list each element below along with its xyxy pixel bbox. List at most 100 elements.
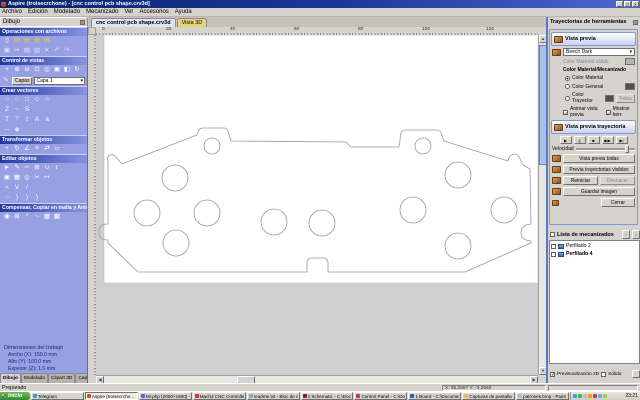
arc-fit-1-icon[interactable]: ) (13, 194, 21, 202)
rotate-copy-icon[interactable]: * (23, 213, 31, 221)
drawing-viewport[interactable] (96, 35, 538, 375)
taskbar-button-7[interactable]: 1 Board - C:\Documents ... (408, 392, 461, 400)
horizontal-scrollbar[interactable]: ◀ ▶ (96, 375, 538, 383)
tray-icon-1[interactable] (578, 394, 582, 398)
pause-button[interactable]: || (574, 136, 586, 144)
preview-2d-checkbox[interactable]: ✓ (550, 372, 555, 377)
taskbar-button-6[interactable]: Control Panel - C:\Docu... (354, 392, 407, 400)
color-material-radio[interactable] (565, 76, 570, 81)
interactive-trim-icon[interactable]: ✂ (23, 164, 31, 172)
paste-icon[interactable]: ▥ (33, 47, 41, 55)
move-up-button[interactable]: ↑ (622, 230, 630, 239)
array-copy-icon[interactable]: ⊞ (13, 213, 21, 221)
fillet-icon[interactable]: r (53, 164, 61, 172)
text-box-icon[interactable]: T (13, 116, 21, 124)
copy-along-curve-icon[interactable]: ~ (33, 213, 41, 221)
save-file-icon[interactable]: ▤ (23, 37, 31, 45)
select-icon[interactable]: ► (3, 164, 11, 172)
zoom-selected-icon[interactable]: ▣ (53, 66, 61, 74)
layers-button[interactable]: Capas (12, 77, 32, 85)
animate-preview-checkbox[interactable]: ✓ (563, 110, 568, 115)
distort-icon[interactable]: ▱ (53, 145, 61, 153)
group-icon[interactable]: ▣ (3, 174, 11, 182)
ungroup-icon[interactable]: ▦ (13, 174, 21, 182)
detach-panel-button[interactable] (632, 370, 640, 378)
draw-text-icon[interactable]: T (3, 116, 11, 124)
speed-slider-thumb[interactable] (625, 145, 629, 153)
join-vectors-icon[interactable]: ∪ (43, 164, 51, 172)
text-on-curve-icon[interactable]: t (23, 116, 31, 124)
tray-icon-4[interactable] (593, 394, 597, 398)
taskbar-button-5[interactable]: 2 Schematic - C:\Docume... (301, 392, 354, 400)
preview-toolpath-bar[interactable]: Vista previa trayectoria (551, 120, 636, 134)
close-vector-icon[interactable]: ○ (3, 194, 11, 202)
new-drawing-icon[interactable]: ▯ (3, 37, 11, 45)
taskbar-button-3[interactable]: Mach3 CNC Controller (193, 392, 246, 400)
pin-icon[interactable] (633, 20, 638, 25)
rotate-icon[interactable]: ↻ (13, 145, 21, 153)
step-button[interactable]: ▶| (616, 136, 628, 144)
preview-section-bar[interactable]: Vista previa (551, 32, 636, 46)
toolpath-list[interactable]: Perfilado 2Perfilado 4 (549, 240, 640, 364)
document-tab-1[interactable]: Vista 3D (177, 18, 208, 27)
move-down-button[interactable]: ↓ (632, 230, 640, 239)
zoom-extents-icon[interactable]: ◎ (43, 66, 51, 74)
node-edit-icon[interactable]: ✎ (13, 164, 21, 172)
taskbar-button-0[interactable]: Telegram (31, 392, 84, 400)
toolpath-list-checkbox[interactable] (550, 232, 555, 237)
play-button[interactable]: ▶ (560, 136, 572, 144)
draw-rectangle-icon[interactable]: □ (23, 96, 31, 104)
scale-icon[interactable]: ∠ (23, 145, 31, 153)
tray-icon-6[interactable] (603, 394, 607, 398)
draw-polyline-icon[interactable]: Z (3, 106, 11, 114)
toolpath-checkbox[interactable] (551, 252, 556, 257)
close-button[interactable]: × (632, 1, 639, 7)
tray-icon-2[interactable] (583, 394, 587, 398)
toolpath-checkbox[interactable] (551, 244, 556, 249)
show-tool-checkbox[interactable]: ✓ (606, 110, 611, 115)
preview-all-toolpaths-button[interactable]: Vista previa todas trayectorias (563, 154, 635, 163)
mirror-icon[interactable]: ⇄ (43, 145, 51, 153)
text-spacing-icon[interactable]: A (33, 116, 41, 124)
menu-accesorios[interactable]: Accesorios (139, 9, 168, 15)
panel-tab-capas[interactable]: Capas (75, 373, 88, 383)
panel-tab-modelado[interactable]: Modelado (21, 373, 48, 383)
speed-slider[interactable] (576, 148, 635, 151)
title-bar[interactable]: Aspire (troisecrchone) - [cnc control pc… (0, 0, 640, 8)
arc-fit-2-icon[interactable]: ) (23, 194, 31, 202)
save-image-button[interactable]: Guardar imagen (563, 187, 635, 196)
redo-icon[interactable]: ↷ (63, 47, 71, 55)
tray-icon-3[interactable] (588, 394, 592, 398)
boolean-icon[interactable]: ◆ (13, 126, 21, 134)
cut-icon[interactable]: ✂ (13, 47, 21, 55)
extend-icon[interactable]: ↦ (43, 174, 51, 182)
todas-button[interactable]: Todas (616, 94, 635, 103)
preview-visible-toolpaths-button[interactable]: Previa trayectorias visibles (563, 165, 635, 174)
select-all-icon[interactable]: ▣ (3, 47, 11, 55)
tray-icon-0[interactable] (573, 394, 577, 398)
minimize-button[interactable]: _ (616, 1, 623, 7)
taskbar-button-4[interactable]: readme.txt - Bloc de notas (247, 392, 300, 400)
vertical-scrollbar[interactable]: ▲ ▼ (538, 35, 546, 375)
color-general-swatch[interactable] (625, 83, 635, 90)
menu-mecanizado[interactable]: Mecanizado (86, 9, 118, 15)
weld-icon[interactable]: < (3, 184, 11, 192)
pin-icon[interactable] (80, 20, 85, 25)
copy-icon[interactable]: ▤ (23, 47, 31, 55)
offset-icon[interactable]: ◎ (23, 174, 31, 182)
taskbar-button-2[interactable]: Mr.php (2000×1600) - G... (139, 392, 192, 400)
color-general-radio[interactable] (565, 84, 570, 89)
open-file-icon[interactable]: ▤ (13, 37, 21, 45)
maximize-button[interactable]: □ (624, 1, 631, 7)
drawing-panel-header[interactable]: Dibujo (0, 17, 88, 27)
menu-edición[interactable]: Edición (28, 9, 48, 15)
menu-ver[interactable]: Ver (124, 9, 133, 15)
toggle-view-icon[interactable]: ◧ (63, 66, 71, 74)
start-button[interactable]: Inicio (0, 392, 30, 400)
export-vectors-icon[interactable]: ▤ (43, 37, 51, 45)
menu-ayuda[interactable]: Ayuda (175, 9, 192, 15)
draw-polygon-icon[interactable]: ◇ (33, 96, 41, 104)
pan-icon[interactable]: + (3, 66, 11, 74)
toolpath-item-1[interactable]: Perfilado 4 (551, 250, 638, 258)
refresh-view-icon[interactable]: ↻ (73, 66, 81, 74)
